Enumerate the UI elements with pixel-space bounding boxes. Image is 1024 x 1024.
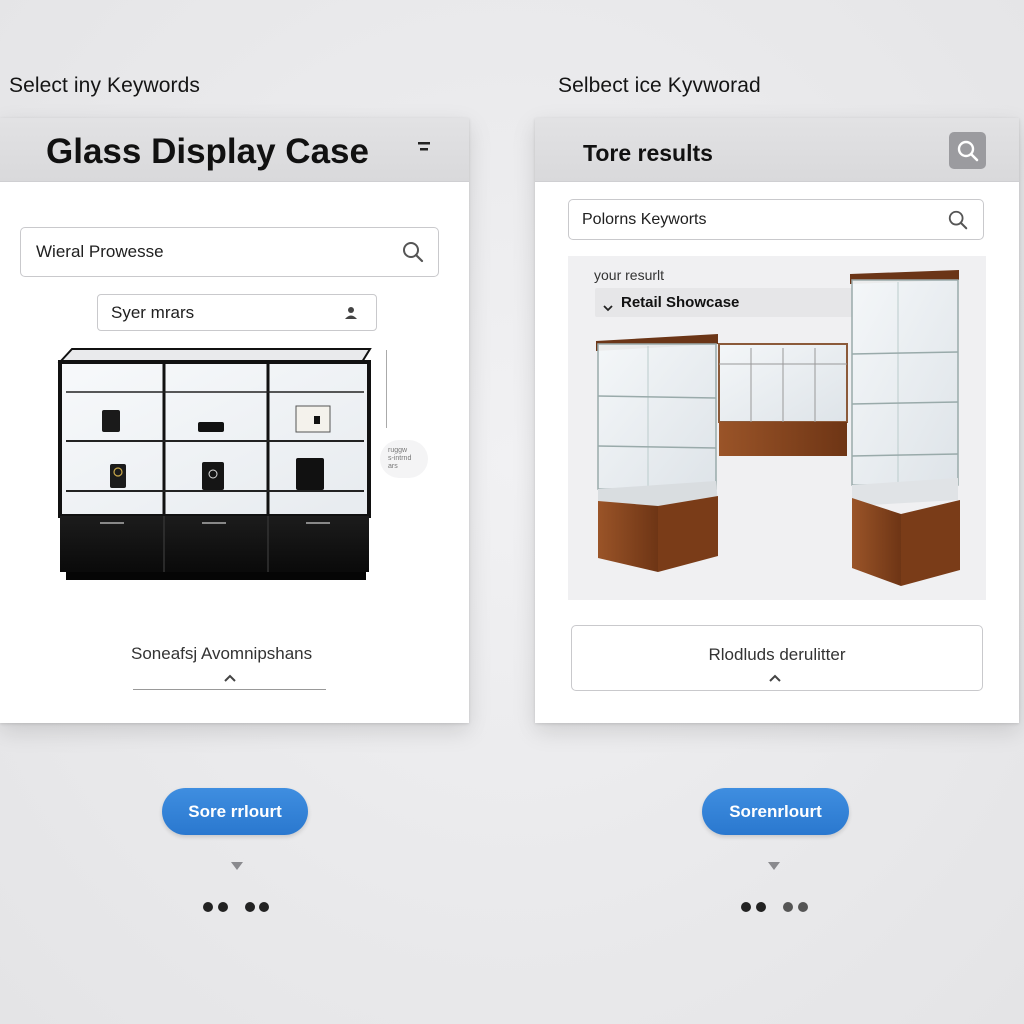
pager-dot[interactable] [203,902,213,912]
right-page-label: Selbect ice Kyvworad [558,74,761,97]
left-panel-header: Glass Display Case [0,118,469,182]
caret-down-icon[interactable] [231,862,243,870]
pager-dot[interactable] [798,902,808,912]
pager-dot[interactable] [259,902,269,912]
side-note-line-1: ruggw [388,447,408,454]
left-search-value: Wieral Prowesse [36,242,164,261]
left-filter-value: Syer mrars [111,302,195,322]
side-note-line-2: s-intrnd [388,455,412,462]
caret-down-icon[interactable] [768,862,780,870]
right-search-input[interactable]: Polorns Keyworts [568,199,984,240]
pager-dot[interactable] [218,902,228,912]
right-footer-label: Rlodluds derulitter [708,645,846,664]
left-panel: Glass Display Case Wieral Prowesse Syer … [0,118,469,723]
left-footer-underline [133,689,326,690]
right-footer-box[interactable]: Rlodluds derulitter [571,625,983,691]
left-footer-label[interactable]: Soneafsj Avomnipshans [131,644,312,664]
search-icon[interactable] [943,205,973,235]
divider-vertical [386,350,387,428]
left-submit-button[interactable]: Sore rrlourt [162,788,308,835]
glass-display-case-image [52,346,377,582]
right-panel-header: Tore results [535,118,1019,182]
right-panel: Tore results Polorns Keyworts your resur… [535,118,1019,723]
chevron-up-icon[interactable] [223,670,237,682]
pager-dot-active[interactable] [756,902,766,912]
search-icon[interactable] [398,237,428,267]
left-panel-title: Glass Display Case [46,132,369,171]
right-search-value: Polorns Keyworts [582,210,707,228]
left-side-note: ruggw s-intrnd ars [380,440,428,478]
menu-icon[interactable] [416,140,432,154]
right-panel-title: Tore results [583,140,713,166]
chevron-up-icon[interactable] [768,670,782,682]
left-filter-input[interactable]: Syer mrars [97,294,377,331]
pager-dot-active[interactable] [741,902,751,912]
showcase-images [568,256,986,600]
user-icon[interactable] [336,298,366,328]
side-note-line-3: ars [388,463,398,470]
pager-dot[interactable] [783,902,793,912]
left-page-label: Select iny Keywords [9,74,200,97]
left-search-input[interactable]: Wieral Prowesse [20,227,439,277]
search-icon[interactable] [949,132,986,169]
pager-dot[interactable] [245,902,255,912]
result-image-area: your resurlt Retail Showcase [568,256,986,600]
right-submit-button[interactable]: Sorenrlourt [702,788,849,835]
